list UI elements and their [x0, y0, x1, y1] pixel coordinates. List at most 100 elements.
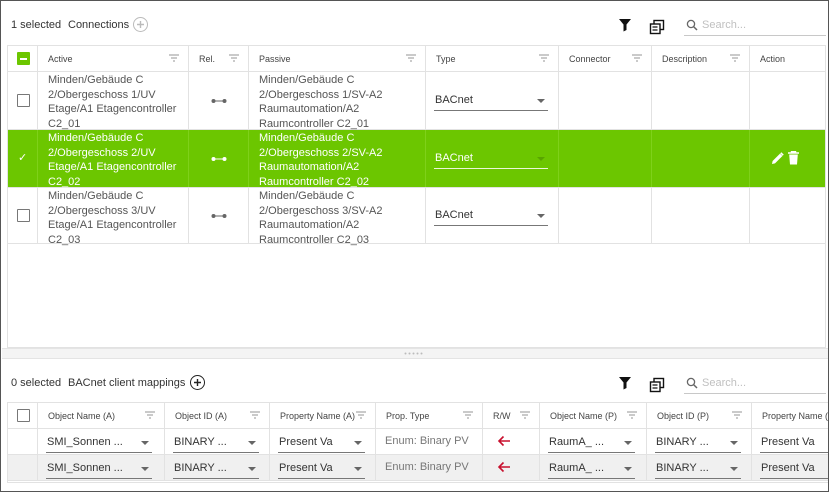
header-object-name-p[interactable]: Object Name (P) [540, 403, 647, 428]
object-id-p-cell: BINARY ... [647, 429, 752, 454]
text-line: Raumautomation/A2 [259, 103, 360, 115]
header-object-name-a[interactable]: Object Name (A) [38, 403, 165, 428]
mappings-header-row: Object Name (A) Object ID (A) Property N… [8, 403, 828, 429]
property-name-a-select[interactable]: Present Va [278, 433, 365, 453]
property-name-a-select[interactable]: Present Va [278, 459, 365, 479]
mapping-row[interactable]: SMI_Sonnen ... BINARY ... Present Va Enu… [8, 455, 828, 481]
column-filter-icon[interactable] [406, 54, 416, 62]
column-chooser-button[interactable] [649, 377, 665, 393]
mapping-row[interactable]: SMI_Sonnen ... BINARY ... Present Va Enu… [8, 429, 828, 455]
connector-cell [559, 72, 652, 129]
column-filter-icon[interactable] [229, 54, 239, 62]
column-filter-icon[interactable] [250, 411, 260, 419]
column-filter-icon[interactable] [632, 54, 642, 62]
column-filter-icon[interactable] [145, 411, 155, 419]
type-cell: BACnet [426, 130, 559, 187]
type-select-value: BACnet [435, 209, 473, 221]
filter-button[interactable] [618, 18, 632, 32]
arrow-left-icon[interactable] [497, 461, 511, 473]
column-filter-icon[interactable] [732, 411, 742, 419]
type-select[interactable]: BACnet [434, 91, 548, 111]
column-filter-icon[interactable] [539, 54, 549, 62]
search-placeholder: Search... [702, 377, 747, 389]
header-property-name-a[interactable]: Property Name (A) [270, 403, 376, 428]
select-all-checkbox[interactable] [17, 409, 30, 422]
delete-trash-icon[interactable] [788, 151, 799, 165]
object-name-p-select[interactable]: RaumA_ ... [548, 433, 635, 453]
text-line: Minden/Gebäude C [48, 74, 144, 86]
column-filter-icon[interactable] [463, 411, 473, 419]
rw-cell [483, 455, 540, 480]
object-name-a-select[interactable]: SMI_Sonnen ... [46, 433, 152, 453]
object-id-p-select[interactable]: BINARY ... [655, 433, 741, 453]
object-id-a-select[interactable]: BINARY ... [173, 433, 259, 453]
object-id-a-select[interactable]: BINARY ... [173, 459, 259, 479]
type-cell: BACnet [426, 188, 559, 243]
edit-pencil-icon[interactable] [771, 152, 784, 165]
columns-icon [649, 377, 665, 393]
row-checkbox[interactable] [17, 94, 30, 107]
text-line: 2/Obergeschoss 2/SV-A2 [259, 146, 383, 159]
property-name-p-select[interactable]: Present Va [760, 459, 828, 479]
property-name-a-cell: Present Va [270, 455, 376, 480]
header-label: Object ID (A) [175, 411, 228, 421]
column-filter-icon[interactable] [627, 411, 637, 419]
header-object-id-a[interactable]: Object ID (A) [165, 403, 270, 428]
object-id-p-select[interactable]: BINARY ... [655, 459, 741, 479]
select-value: RaumA_ ... [549, 436, 605, 448]
column-filter-icon[interactable] [730, 54, 740, 62]
header-passive[interactable]: Passive [249, 46, 426, 71]
header-object-id-p[interactable]: Object ID (P) [647, 403, 752, 428]
connection-row[interactable]: Minden/Gebäude C 2/Obergeschoss 3/UV Eta… [8, 188, 825, 246]
text-line: Minden/Gebäude C [48, 132, 144, 144]
type-select-value: BACnet [435, 94, 473, 106]
header-property-name-p[interactable]: Property Name (P) [752, 403, 828, 428]
text-line: C2_01 [48, 117, 81, 130]
object-name-a-cell: SMI_Sonnen ... [38, 429, 165, 454]
header-rel[interactable]: Rel. [189, 46, 249, 71]
text-line: C2_03 [48, 233, 81, 246]
description-cell [652, 72, 750, 129]
header-active[interactable]: Active [38, 46, 189, 71]
description-cell [652, 130, 750, 187]
row-checkbox[interactable] [17, 209, 30, 222]
check-icon[interactable]: ✓ [18, 151, 27, 164]
connections-search-input[interactable]: Search... [684, 16, 826, 36]
header-connector[interactable]: Connector [559, 46, 652, 71]
chevron-down-icon [248, 441, 256, 445]
property-name-p-select[interactable]: Present Va [760, 433, 828, 453]
object-name-p-cell: RaumA_ ... [540, 429, 647, 454]
select-value: BINARY ... [174, 462, 227, 474]
column-filter-icon[interactable] [169, 54, 179, 62]
add-connection-button[interactable] [133, 17, 148, 32]
text-line: Minden/Gebäude C [48, 190, 144, 202]
type-select[interactable]: BACnet [434, 149, 548, 169]
add-mapping-button[interactable] [190, 375, 205, 390]
header-description[interactable]: Description [652, 46, 750, 71]
panel-splitter[interactable] [2, 348, 828, 359]
text-line: 2/Obergeschoss 2/UV [48, 146, 156, 159]
header-rw[interactable]: R/W [483, 403, 540, 428]
header-prop-type[interactable]: Prop. Type [376, 403, 483, 428]
column-filter-icon[interactable] [356, 411, 366, 419]
passive-text: Minden/Gebäude C 2/Obergeschoss 2/SV-A2 … [259, 131, 383, 189]
filter-button[interactable] [618, 376, 632, 390]
type-select[interactable]: BACnet [434, 206, 548, 226]
drag-handle-icon [404, 352, 423, 355]
chevron-down-icon [537, 99, 545, 103]
chevron-down-icon [141, 467, 149, 471]
object-name-a-select[interactable]: SMI_Sonnen ... [46, 459, 152, 479]
select-all-checkbox[interactable] [17, 52, 30, 65]
column-filter-icon[interactable] [520, 411, 530, 419]
connection-row[interactable]: Minden/Gebäude C 2/Obergeschoss 1/UV Eta… [8, 72, 825, 130]
arrow-left-icon[interactable] [497, 435, 511, 447]
object-name-p-select[interactable]: RaumA_ ... [548, 459, 635, 479]
plus-icon [194, 379, 201, 386]
mappings-search-input[interactable]: Search... [684, 374, 826, 394]
header-type[interactable]: Type [426, 46, 559, 71]
connections-header-row: Active Rel. Passive Type Connector Descr… [8, 46, 825, 72]
text-line: Minden/Gebäude C [259, 132, 355, 144]
connection-row-selected[interactable]: ✓ Minden/Gebäude C 2/Obergeschoss 2/UV E… [8, 130, 825, 188]
column-chooser-button[interactable] [649, 19, 665, 35]
connections-title: Connections [68, 19, 130, 31]
